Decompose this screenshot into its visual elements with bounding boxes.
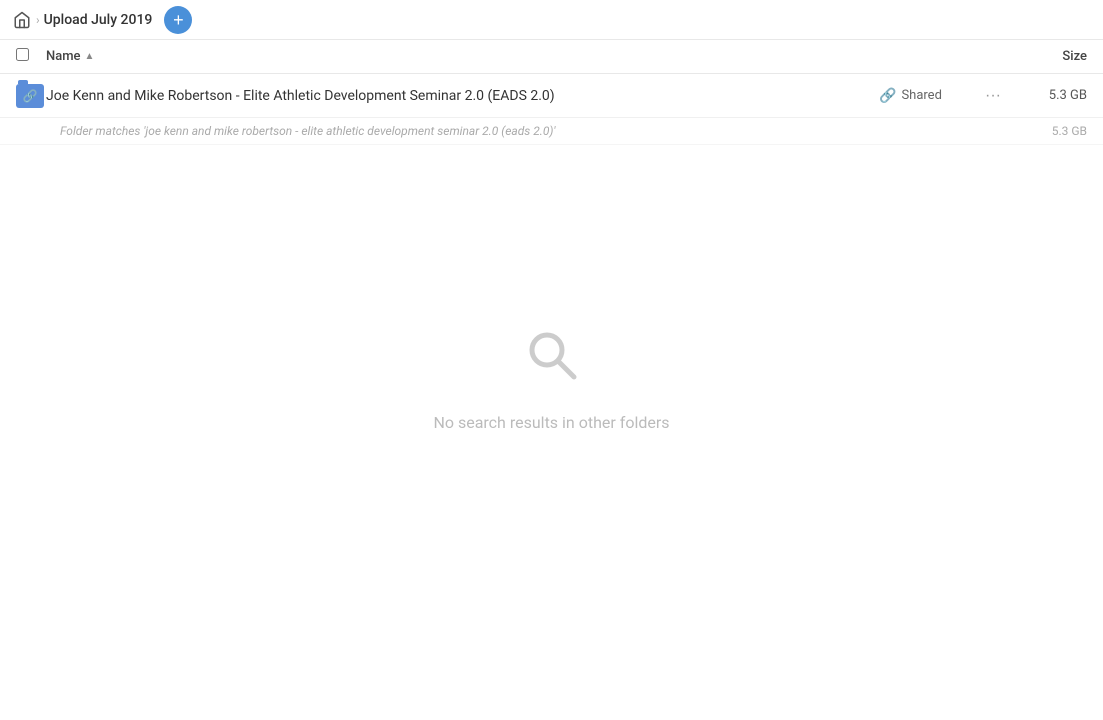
select-all-checkbox-container[interactable] (16, 48, 46, 65)
sub-match-text: Folder matches 'joe kenn and mike robert… (60, 124, 1007, 138)
file-icon-container: 🔗 (16, 84, 46, 108)
shared-label: Shared (901, 88, 941, 103)
breadcrumb: › Upload July 2019 + (12, 6, 192, 34)
sort-arrow-icon: ▲ (85, 51, 95, 62)
sub-match-row: Folder matches 'joe kenn and mike robert… (0, 118, 1103, 145)
shared-area: 🔗 Shared (879, 88, 979, 104)
file-row[interactable]: 🔗 Joe Kenn and Mike Robertson - Elite At… (0, 74, 1103, 118)
empty-state: No search results in other folders (0, 145, 1103, 432)
file-name: Joe Kenn and Mike Robertson - Elite Athl… (46, 88, 879, 104)
more-options-button[interactable]: ··· (979, 82, 1007, 110)
link-icon: 🔗 (23, 89, 38, 103)
header: › Upload July 2019 + (0, 0, 1103, 40)
size-column-header: Size (1007, 49, 1087, 64)
home-icon[interactable] (12, 10, 32, 30)
empty-state-text: No search results in other folders (433, 413, 669, 432)
sub-match-size: 5.3 GB (1007, 124, 1087, 138)
shared-link-icon: 🔗 (879, 88, 896, 104)
file-size: 5.3 GB (1007, 88, 1087, 103)
breadcrumb-separator: › (36, 13, 40, 27)
empty-search-icon (522, 325, 582, 397)
folder-icon: 🔗 (16, 84, 44, 108)
add-button[interactable]: + (164, 6, 192, 34)
select-all-checkbox[interactable] (16, 48, 29, 61)
breadcrumb-title: Upload July 2019 (44, 12, 153, 28)
column-headers: Name ▲ Size (0, 40, 1103, 74)
name-column-header[interactable]: Name ▲ (46, 49, 1007, 64)
name-column-label: Name (46, 49, 81, 64)
